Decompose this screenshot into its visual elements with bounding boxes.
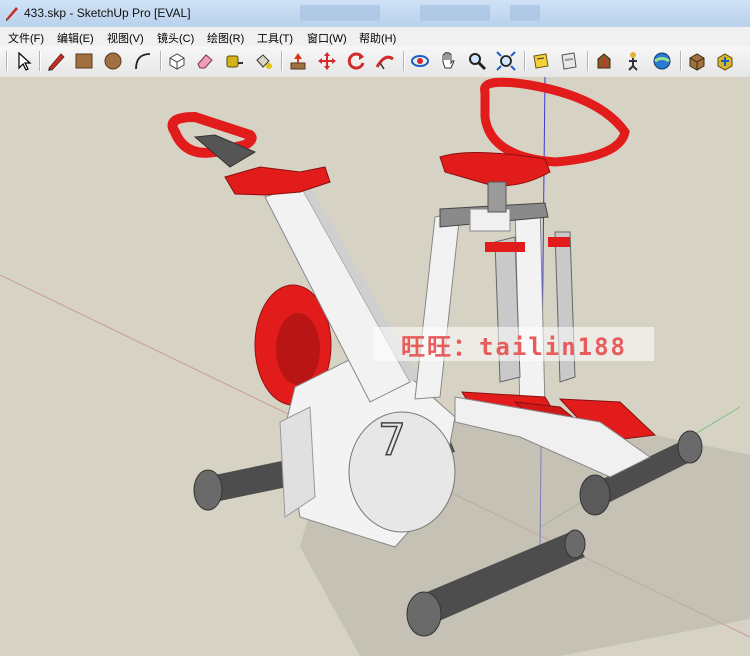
menu-help[interactable]: 帮助(H) — [359, 30, 396, 46]
toolbar-separator — [587, 51, 589, 71]
stepper-joint-right — [548, 237, 570, 247]
stepper-joint-left — [485, 242, 525, 252]
move-icon[interactable] — [316, 50, 338, 72]
seat-post — [487, 181, 507, 213]
rear-post-left — [414, 211, 461, 400]
menu-window[interactable]: 窗口(W) — [307, 30, 347, 46]
toolbar-separator — [403, 51, 405, 71]
scenes-icon[interactable] — [530, 50, 552, 72]
look-around-icon[interactable] — [622, 50, 644, 72]
tape-measure-icon[interactable] — [223, 50, 245, 72]
rotate-icon[interactable] — [345, 50, 367, 72]
seat — [439, 151, 551, 187]
title-bar: 433.skp - SketchUp Pro [EVAL] — [0, 0, 750, 28]
push-pull-icon[interactable] — [287, 50, 309, 72]
menu-view[interactable]: 视图(V) — [107, 30, 144, 46]
menu-file[interactable]: 文件(F) — [8, 30, 44, 46]
circle-icon[interactable] — [102, 50, 124, 72]
make-component-icon[interactable] — [166, 50, 188, 72]
toolbar — [0, 46, 750, 78]
frame-number: 7 — [378, 415, 406, 466]
zoom-icon[interactable] — [466, 50, 488, 72]
3d-warehouse-icon[interactable] — [686, 50, 708, 72]
zoom-extents-icon[interactable] — [495, 50, 517, 72]
walk-icon[interactable] — [593, 50, 615, 72]
arc-icon[interactable] — [131, 50, 153, 72]
pencil-icon[interactable] — [45, 50, 67, 72]
bike-model-scene: 7 — [0, 77, 750, 656]
extension-icon[interactable] — [714, 50, 736, 72]
pan-icon[interactable] — [437, 50, 459, 72]
title-bar-blur — [510, 5, 540, 21]
sketchup-app-icon[interactable] — [4, 5, 20, 21]
flywheel-hub — [276, 313, 320, 385]
rectangle-icon[interactable] — [73, 50, 95, 72]
rear-post-right — [514, 204, 546, 413]
title-bar-blur — [300, 5, 380, 21]
window-title: 433.skp - SketchUp Pro [EVAL] — [24, 6, 191, 20]
section-icon[interactable] — [558, 50, 580, 72]
toolbar-separator — [160, 51, 162, 71]
select-icon[interactable] — [13, 50, 35, 72]
handlebar-grips — [224, 166, 331, 196]
body-side-panel — [279, 406, 316, 518]
menu-tools[interactable]: 工具(T) — [257, 30, 293, 46]
watermark-text: 旺旺：tailin188 — [374, 327, 654, 361]
menu-draw[interactable]: 绘图(R) — [207, 30, 244, 46]
paint-bucket-icon[interactable] — [252, 50, 274, 72]
position-camera-icon[interactable] — [651, 50, 673, 72]
menu-bar: 文件(F) 编辑(E) 视图(V) 镜头(C) 绘图(R) 工具(T) 窗口(W… — [0, 27, 750, 47]
eraser-icon[interactable] — [194, 50, 216, 72]
toolbar-separator — [6, 51, 8, 71]
menu-edit[interactable]: 编辑(E) — [57, 30, 94, 46]
menu-camera[interactable]: 镜头(C) — [157, 30, 194, 46]
toolbar-separator — [680, 51, 682, 71]
title-bar-blur — [420, 5, 490, 21]
model-viewport[interactable]: 7 旺旺：tailin188 — [0, 77, 750, 656]
follow-me-icon[interactable] — [374, 50, 396, 72]
toolbar-separator — [281, 51, 283, 71]
toolbar-separator — [39, 51, 41, 71]
seat-ring — [480, 77, 630, 167]
orbit-icon[interactable] — [409, 50, 431, 72]
toolbar-separator — [524, 51, 526, 71]
